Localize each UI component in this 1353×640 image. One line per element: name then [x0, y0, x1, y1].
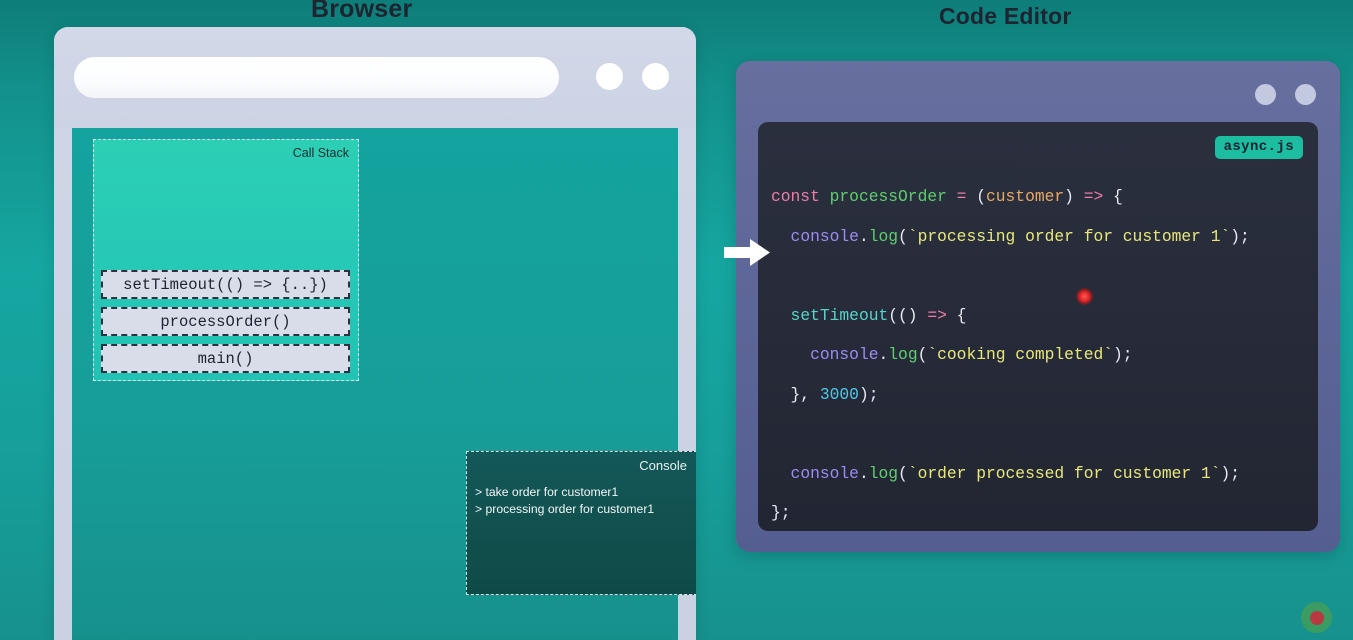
code-token: (() — [888, 305, 928, 325]
browser-chrome-bar — [54, 27, 696, 128]
editor-window-dot-icon[interactable] — [1295, 84, 1316, 105]
browser-viewport: Call Stack setTimeout(() => {..}) proces… — [72, 128, 696, 640]
code-token: ( — [898, 463, 908, 483]
browser-panel-title: Browser — [311, 0, 413, 23]
browser-window: Call Stack setTimeout(() => {..}) proces… — [54, 27, 696, 640]
file-name-badge: async.js — [1214, 136, 1303, 159]
code-token: setTimeout — [790, 305, 889, 325]
editor-window-dot-icon[interactable] — [1255, 84, 1276, 105]
code-token: ); — [858, 384, 879, 404]
console-panel: Console > take order for customer1 > pro… — [466, 451, 696, 595]
code-line: }, 3000); — [771, 375, 1310, 415]
code-token: `cooking completed` — [927, 345, 1114, 364]
code-token: = — [956, 187, 967, 206]
code-token: processOrder — [829, 187, 947, 206]
code-token: ( — [966, 187, 986, 206]
code-line: }; — [771, 493, 1310, 531]
console-output-list: > take order for customer1 > processing … — [475, 485, 690, 516]
code-line: const processOrder = (customer) => { — [771, 177, 1310, 217]
code-token: customer — [986, 187, 1065, 206]
execution-pointer-arrow-icon — [724, 239, 770, 266]
code-token: 3000 — [819, 384, 859, 404]
code-token: ( — [898, 226, 908, 246]
url-input[interactable] — [74, 57, 559, 98]
code-token: => — [927, 305, 947, 325]
code-content: const processOrder = (customer) => { con… — [771, 177, 1310, 531]
browser-window-dot-icon[interactable] — [642, 63, 669, 90]
code-token: console — [810, 345, 879, 364]
call-stack-panel: Call Stack setTimeout(() => {..}) proces… — [93, 139, 359, 381]
code-token: ); — [1220, 463, 1241, 483]
code-token: ) — [1064, 187, 1084, 206]
code-token: }; — [771, 503, 791, 522]
code-line: console.log(`processing order for custom… — [771, 217, 1310, 257]
code-token: { — [1103, 187, 1123, 206]
code-token: log — [868, 463, 899, 483]
call-stack-frame[interactable]: main() — [101, 344, 350, 373]
code-token: console — [790, 226, 859, 246]
code-token: { — [946, 305, 967, 325]
code-surface[interactable]: async.js const processOrder = (customer)… — [758, 122, 1318, 531]
code-token: `processing order for customer 1` — [907, 226, 1231, 246]
code-token: . — [858, 463, 869, 483]
code-line: setTimeout(() => { — [771, 296, 1310, 336]
code-token: log — [868, 226, 899, 246]
browser-window-dot-icon[interactable] — [596, 63, 623, 90]
code-token: . — [858, 226, 869, 246]
console-output-line: > processing order for customer1 — [475, 502, 655, 516]
call-stack-frame[interactable]: processOrder() — [101, 307, 350, 336]
code-token: `order processed for customer 1` — [907, 463, 1221, 483]
call-stack-frame-list: setTimeout(() => {..}) processOrder() ma… — [101, 270, 350, 373]
code-line: console.log(`cooking completed`); — [771, 335, 1310, 375]
code-editor-panel-title: Code Editor — [939, 3, 1072, 29]
code-token: ( — [917, 345, 928, 364]
record-indicator-core-icon — [1309, 610, 1324, 625]
code-line: console.log(`order processed for custome… — [771, 454, 1310, 494]
code-token: }, — [771, 384, 820, 404]
record-indicator-icon[interactable] — [1301, 602, 1332, 633]
code-token: const — [771, 187, 820, 206]
code-editor-window: async.js const processOrder = (customer)… — [736, 61, 1340, 552]
code-token: ); — [1113, 345, 1133, 364]
code-token: ); — [1230, 226, 1250, 246]
call-stack-label: Call Stack — [292, 146, 349, 160]
code-token: . — [878, 345, 889, 364]
code-token: => — [1083, 187, 1104, 206]
call-stack-frame[interactable]: setTimeout(() => {..}) — [101, 270, 350, 299]
code-token: console — [790, 463, 859, 483]
console-label: Console — [639, 458, 687, 473]
console-output-line: > take order for customer1 — [475, 485, 619, 499]
breakpoint-indicator-icon[interactable] — [1076, 288, 1093, 305]
code-token: log — [888, 345, 918, 364]
